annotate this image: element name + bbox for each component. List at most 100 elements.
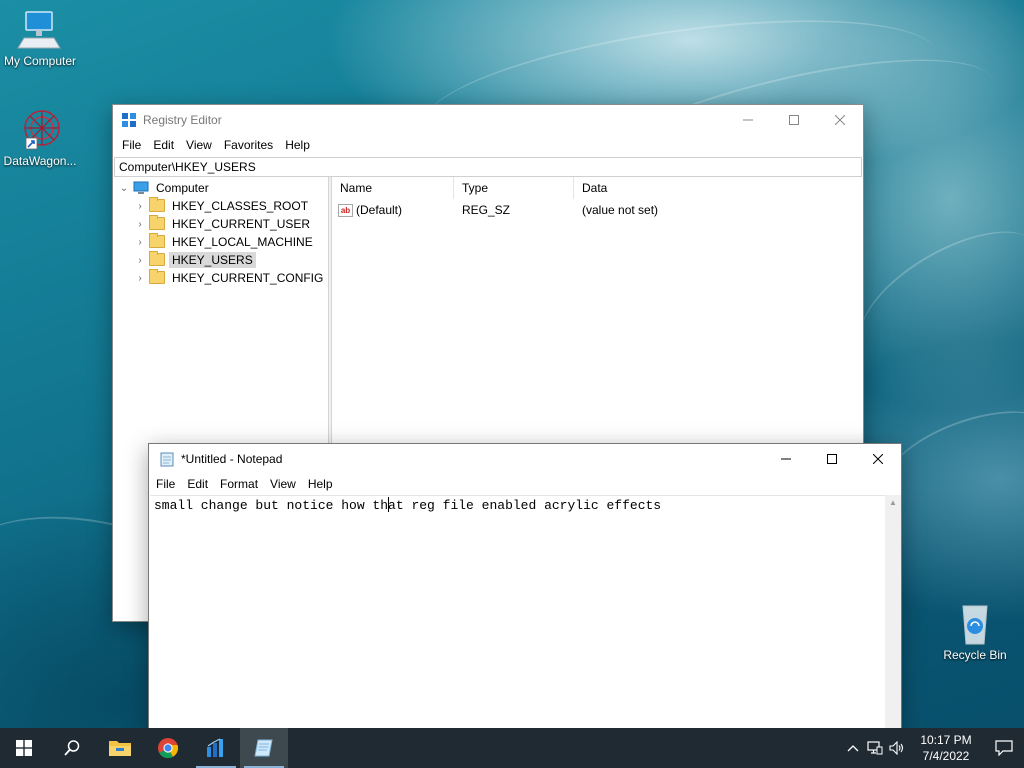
column-header-name[interactable]: Name: [332, 177, 454, 199]
chevron-right-icon[interactable]: ›: [134, 255, 146, 266]
registry-editor-titlebar[interactable]: Registry Editor: [113, 105, 863, 135]
clock-time: 10:17 PM: [920, 733, 972, 747]
volume-icon: [889, 741, 904, 755]
taskbar: 10:17 PM 7/4/2022: [0, 728, 1024, 768]
desktop-icon-datawagon[interactable]: DataWagon...: [0, 108, 80, 168]
menu-file[interactable]: File: [116, 138, 147, 152]
recycle-bin-icon: [951, 602, 999, 646]
folder-icon: [149, 197, 165, 213]
tree-item-label: HKEY_USERS: [169, 252, 256, 268]
tree-item-hkey-current-config[interactable]: › HKEY_CURRENT_CONFIG: [113, 269, 328, 287]
wallpaper-wave: [840, 206, 1024, 384]
notepad-titlebar[interactable]: *Untitled - Notepad: [149, 444, 901, 474]
window-title: *Untitled - Notepad: [181, 452, 283, 466]
tree-item-hkey-users[interactable]: › HKEY_USERS: [113, 251, 328, 269]
value-data: (value not set): [582, 203, 659, 217]
minimize-icon: [743, 119, 753, 121]
network-button[interactable]: [864, 728, 886, 768]
address-bar[interactable]: Computer\HKEY_USERS: [114, 157, 862, 177]
value-type: REG_SZ: [462, 203, 511, 217]
computer-icon: [133, 181, 149, 195]
column-header-type[interactable]: Type: [454, 177, 574, 199]
chevron-down-icon[interactable]: ⌄: [118, 183, 130, 194]
close-icon: [873, 454, 883, 464]
menu-help[interactable]: Help: [279, 138, 316, 152]
tree-item-label: HKEY_CLASSES_ROOT: [172, 199, 309, 213]
menu-view[interactable]: View: [264, 477, 302, 491]
tree-item-hkey-local-machine[interactable]: › HKEY_LOCAL_MACHINE: [113, 233, 328, 251]
taskbar-app-file-explorer[interactable]: [96, 728, 144, 768]
tree-item-hkey-current-user[interactable]: › HKEY_CURRENT_USER: [113, 215, 328, 233]
clock-date: 7/4/2022: [922, 749, 970, 763]
folder-icon: [149, 251, 165, 267]
chevron-right-icon[interactable]: ›: [134, 219, 146, 230]
search-icon: [64, 740, 80, 756]
folder-icon: [149, 233, 165, 249]
window-title: Registry Editor: [143, 113, 222, 127]
tree-item-label: HKEY_CURRENT_USER: [172, 217, 311, 231]
tree-item-hkey-classes-root[interactable]: › HKEY_CLASSES_ROOT: [113, 197, 328, 215]
menu-edit[interactable]: Edit: [181, 477, 214, 491]
tree-item-label: Computer: [156, 181, 209, 195]
folder-icon: [149, 269, 165, 285]
taskbar-app-chrome[interactable]: [144, 728, 192, 768]
taskbar-app-notepad[interactable]: [240, 728, 288, 768]
menu-file[interactable]: File: [150, 477, 181, 491]
desktop-icon-label: Recycle Bin: [943, 648, 1007, 662]
folder-icon: [149, 215, 165, 231]
windows-logo-icon: [16, 740, 32, 756]
network-icon: [867, 741, 883, 755]
datawagon-shortcut-icon: [16, 108, 64, 152]
menu-help[interactable]: Help: [302, 477, 339, 491]
value-name-cell: ab (Default): [332, 203, 454, 217]
tree-item-computer[interactable]: ⌄ Computer: [113, 179, 328, 197]
regedit-icon: [207, 738, 223, 757]
minimize-icon: [781, 458, 791, 460]
close-icon: [835, 115, 845, 125]
maximize-button[interactable]: [809, 444, 855, 474]
value-name: (Default): [356, 203, 403, 217]
close-button[interactable]: [817, 105, 863, 135]
maximize-icon: [827, 454, 837, 464]
text-before-caret: small change but notice how th: [154, 498, 389, 513]
regedit-app-icon: [121, 112, 137, 128]
search-button[interactable]: [48, 728, 96, 768]
column-header-data[interactable]: Data: [574, 177, 724, 199]
computer-icon: [16, 8, 64, 52]
menu-format[interactable]: Format: [214, 477, 264, 491]
maximize-icon: [789, 115, 799, 125]
taskbar-app-regedit[interactable]: [192, 728, 240, 768]
chevron-right-icon[interactable]: ›: [134, 237, 146, 248]
notepad-text-area[interactable]: small change but notice how that reg fil…: [150, 495, 885, 732]
start-button[interactable]: [0, 728, 48, 768]
notepad-menubar: File Edit Format View Help: [149, 474, 901, 494]
maximize-button[interactable]: [771, 105, 817, 135]
menu-favorites[interactable]: Favorites: [218, 138, 279, 152]
menu-view[interactable]: View: [180, 138, 218, 152]
text-after-caret: at reg file enabled acrylic effects: [388, 498, 662, 513]
desktop-icon-recycle-bin[interactable]: Recycle Bin: [935, 602, 1015, 662]
show-hidden-icons-button[interactable]: [842, 728, 864, 768]
vertical-scrollbar[interactable]: ▲: [885, 495, 901, 732]
notepad-app-icon: [159, 451, 175, 467]
minimize-button[interactable]: [763, 444, 809, 474]
notepad-window: *Untitled - Notepad File Edit Format Vie…: [148, 443, 902, 733]
action-center-button[interactable]: [984, 728, 1024, 768]
chrome-icon: [158, 738, 179, 759]
desktop-icon-my-computer[interactable]: My Computer: [0, 8, 80, 68]
scroll-up-icon[interactable]: ▲: [885, 495, 901, 511]
chevron-right-icon[interactable]: ›: [134, 201, 146, 212]
notification-icon: [995, 740, 1013, 756]
menu-edit[interactable]: Edit: [147, 138, 180, 152]
notepad-icon: [254, 739, 273, 757]
taskbar-clock[interactable]: 10:17 PM 7/4/2022: [914, 732, 978, 764]
string-value-icon: ab: [338, 203, 353, 217]
chevron-right-icon[interactable]: ›: [134, 273, 146, 284]
registry-editor-menubar: File Edit View Favorites Help: [113, 135, 863, 155]
list-header: Name Type Data: [332, 177, 863, 199]
tree-item-label: HKEY_CURRENT_CONFIG: [172, 271, 324, 285]
close-button[interactable]: [855, 444, 901, 474]
volume-button[interactable]: [886, 728, 908, 768]
minimize-button[interactable]: [725, 105, 771, 135]
value-row[interactable]: ab (Default) REG_SZ (value not set): [332, 199, 863, 221]
